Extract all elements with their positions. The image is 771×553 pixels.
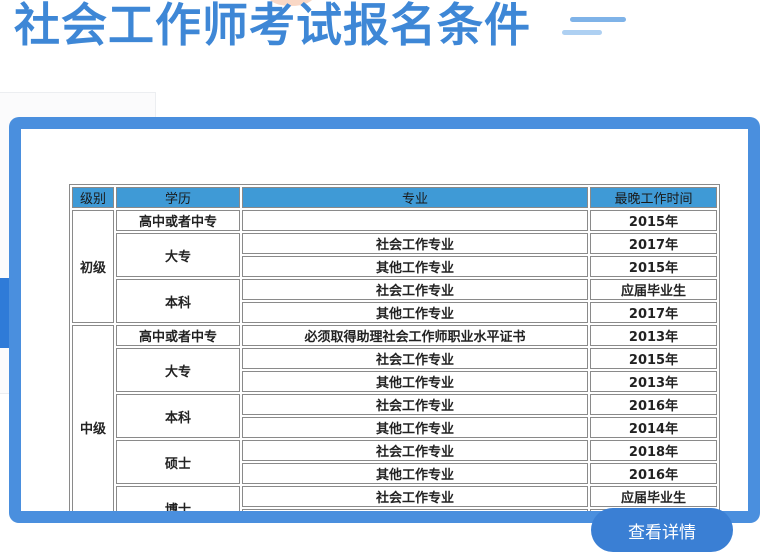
table-row: 博士 社会工作专业 应届毕业生: [72, 486, 717, 511]
column-header-major: 专业: [242, 187, 588, 208]
latest-work-time-cell: 2013年: [590, 371, 717, 392]
major-cell: 必须取得助理社会工作师职业水平证书: [242, 325, 588, 346]
major-cell: 其他工作专业: [242, 256, 588, 277]
major-cell: 社会工作专业: [242, 348, 588, 369]
latest-work-time-cell: 2016年: [590, 463, 717, 484]
column-header-level: 级别: [72, 187, 114, 208]
page-title: 社会工作师考试报名条件: [14, 0, 531, 52]
latest-work-time-cell: 2015年: [590, 210, 717, 231]
latest-work-time-cell: 应届毕业生: [590, 486, 717, 507]
conditions-card: 级别 学历 专业 最晚工作时间 初级 高中或者中专 2015年 大专 社会工作专业 201…: [9, 117, 760, 523]
latest-work-time-cell: 2015年: [590, 256, 717, 277]
table-row: 本科 社会工作专业 应届毕业生: [72, 279, 717, 323]
major-cell: 社会工作专业: [242, 394, 588, 415]
table-body: 初级 高中或者中专 2015年 大专 社会工作专业 2017年 其他工作专业 2015年 本科社…: [72, 210, 717, 511]
education-cell: 本科: [116, 394, 240, 438]
major-cell: 社会工作专业: [242, 233, 588, 254]
major-cell: 其他工作专业: [242, 371, 588, 392]
column-header-education: 学历: [116, 187, 240, 208]
decorative-lines: [562, 13, 632, 43]
education-cell: 高中或者中专: [116, 210, 240, 231]
latest-work-time-cell: 2017年: [590, 302, 717, 323]
column-header-latest-work-time: 最晚工作时间: [590, 187, 717, 208]
level-cell: 初级: [72, 210, 114, 323]
major-cell: 社会工作专业: [242, 279, 588, 300]
table-row: 中级 高中或者中专 必须取得助理社会工作师职业水平证书 2013年: [72, 325, 717, 511]
requirements-table: 级别 学历 专业 最晚工作时间 初级 高中或者中专 2015年 大专 社会工作专业 201…: [69, 184, 720, 511]
table-row: 大专 社会工作专业 2015年: [72, 348, 717, 392]
table-row: 大专 社会工作专业 2017年: [72, 233, 717, 277]
table-header-row: 级别 学历 专业 最晚工作时间: [72, 187, 717, 208]
education-cell: 博士: [116, 486, 240, 511]
major-cell: 社会工作专业: [242, 440, 588, 461]
latest-work-time-cell: 应届毕业生: [590, 279, 717, 300]
major-cell: 社会工作专业: [242, 486, 588, 507]
latest-work-time-cell: 2015年: [590, 348, 717, 369]
education-cell: 大专: [116, 233, 240, 277]
major-cell: 其他工作专业: [242, 509, 588, 511]
table-row: 初级 高中或者中专 2015年: [72, 210, 717, 323]
decorative-line: [570, 17, 626, 22]
table-row: 本科 社会工作专业 2016年: [72, 394, 717, 438]
latest-work-time-cell: 2016年: [590, 394, 717, 415]
education-cell: 硕士: [116, 440, 240, 484]
view-details-button[interactable]: 查看详情: [591, 508, 733, 552]
decorative-line: [562, 30, 602, 35]
latest-work-time-cell: 2013年: [590, 325, 717, 346]
education-cell: 本科: [116, 279, 240, 323]
latest-work-time-cell: 2018年: [590, 440, 717, 461]
latest-work-time-cell: 2014年: [590, 417, 717, 438]
major-cell: [242, 210, 588, 231]
latest-work-time-cell: 2017年: [590, 233, 717, 254]
major-cell: 其他工作专业: [242, 463, 588, 484]
education-cell: 大专: [116, 348, 240, 392]
education-cell: 高中或者中专: [116, 325, 240, 346]
major-cell: 其他工作专业: [242, 302, 588, 323]
level-cell: 中级: [72, 325, 114, 511]
table-row: 硕士 社会工作专业 2018年: [72, 440, 717, 484]
major-cell: 其他工作专业: [242, 417, 588, 438]
